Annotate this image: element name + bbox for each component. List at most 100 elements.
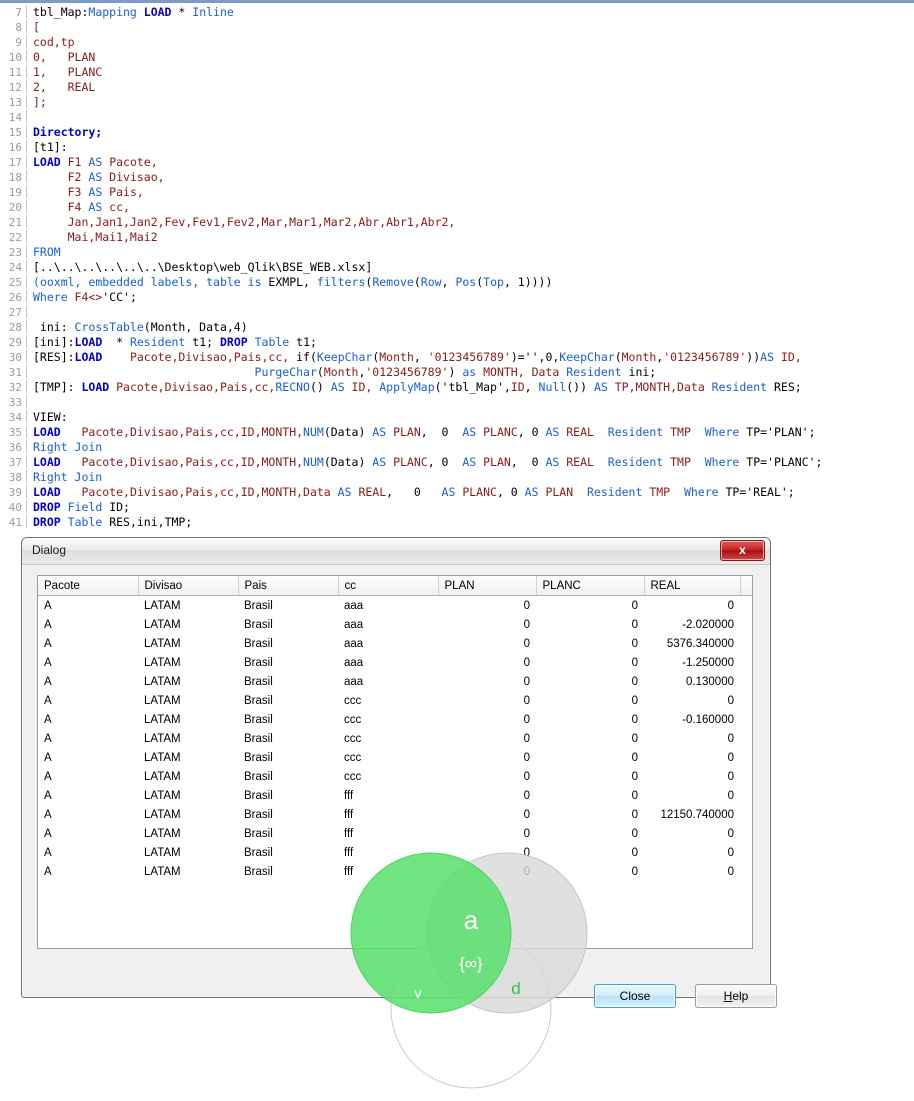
code-line[interactable]: 16 [t1]:: [0, 140, 914, 155]
table-row[interactable]: A LATAM Brasil aaa 0 0 5376.340000: [38, 634, 752, 653]
table-row[interactable]: A LATAM Brasil aaa 0 0 -2.020000: [38, 615, 752, 634]
line-number: 8: [15, 21, 22, 34]
table-row[interactable]: A LATAM Brasil ccc 0 0 0: [38, 748, 752, 767]
table-row[interactable]: A LATAM Brasil aaa 0 0 0: [38, 596, 752, 616]
code-token: Resident: [129, 335, 186, 349]
table-row[interactable]: A LATAM Brasil ccc 0 0 0: [38, 691, 752, 710]
code-token: AS: [372, 425, 387, 439]
table-column-header[interactable]: PLANC: [536, 576, 645, 596]
code-token: PLANC: [386, 455, 428, 469]
code-line[interactable]: 21 Jan,Jan1,Jan2,Fev,Fev1,Fev2,Mar,Mar1,…: [0, 215, 914, 230]
table-column-header[interactable]: Pais: [238, 576, 339, 596]
code-line[interactable]: 32 [TMP]: LOAD Pacote,Divisao,Pais,cc,REC…: [0, 380, 914, 395]
table-row[interactable]: A LATAM Brasil ccc 0 0 0: [38, 729, 752, 748]
code-token: Where: [704, 455, 740, 469]
code-line[interactable]: 8[: [0, 20, 914, 35]
code-line[interactable]: 38 Right Join: [0, 470, 914, 485]
table-row[interactable]: A LATAM Brasil fff 0 0 12150.740000: [38, 805, 752, 824]
code-line[interactable]: 26 Where F4<>'CC';: [0, 290, 914, 305]
table-row[interactable]: A LATAM Brasil aaa 0 0 0.130000: [38, 672, 752, 691]
code-line[interactable]: 40 DROP Field ID;: [0, 500, 914, 515]
code-line[interactable]: 18 F2 AS Divisao,: [0, 170, 914, 185]
table-cell: 0: [523, 675, 530, 688]
table-row[interactable]: A LATAM Brasil aaa 0 0 -1.250000: [38, 653, 752, 672]
code-line[interactable]: 27: [0, 305, 914, 320]
code-line[interactable]: 15 Directory;: [0, 125, 914, 140]
table-header-row[interactable]: Pacote Divisao Pais cc PLAN PLANC REAL: [38, 576, 752, 596]
code-line[interactable]: 20 F4 AS cc,: [0, 200, 914, 215]
code-token: AS: [441, 485, 456, 499]
code-token: ('tbl_Map',: [434, 380, 511, 394]
close-button[interactable]: Close: [594, 984, 676, 1008]
code-line[interactable]: 13];: [0, 95, 914, 110]
code-token: as: [462, 365, 477, 379]
table-body[interactable]: A LATAM Brasil aaa 0 0 0 A LATAM Brasil aaa 0 0 -2.02…: [38, 596, 752, 882]
table-column-header[interactable]: Divisao: [138, 576, 239, 596]
code-token: (): [309, 380, 331, 394]
code-lines-container[interactable]: 7 tbl_Map:Mapping LOAD * Inline 8[9 cod,tp 1…: [0, 5, 914, 530]
code-line[interactable]: 11 1, PLANC: [0, 65, 914, 80]
close-window-icon[interactable]: x: [720, 540, 765, 561]
code-line[interactable]: 37 LOAD Pacote,Divisao,Pais,cc,ID,MONTH,N…: [0, 455, 914, 470]
code-line[interactable]: 12 2, REAL: [0, 80, 914, 95]
code-line[interactable]: 31 PurgeChar(Month,'0123456789') as MONT…: [0, 365, 914, 380]
code-line[interactable]: 39 LOAD Pacote,Divisao,Pais,cc,ID,MONTH,D…: [0, 485, 914, 500]
line-number: 40: [8, 501, 22, 514]
code-token: Table: [254, 335, 290, 349]
table-row[interactable]: A LATAM Brasil fff 0 0 0: [38, 824, 752, 843]
table-cell-filler: [740, 786, 752, 805]
code-line[interactable]: 29 [ini]:LOAD * Resident t1; DROP Table t…: [0, 335, 914, 350]
code-token: F3: [33, 185, 89, 199]
code-token: AS: [462, 425, 477, 439]
code-line[interactable]: 22 Mai,Mai1,Mai2: [0, 230, 914, 245]
table-cell: 0: [631, 618, 638, 631]
gutter-separator: [26, 35, 27, 48]
gutter-separator: [26, 260, 27, 273]
code-line[interactable]: 19 F3 AS Pais,: [0, 185, 914, 200]
code-line[interactable]: 17 LOAD F1 AS Pacote,: [0, 155, 914, 170]
dialog-window[interactable]: Dialog x Pacote Divisao Pais cc PLAN PLANC REA…: [21, 537, 777, 1008]
code-line[interactable]: 14: [0, 110, 914, 125]
code-token: DROP: [33, 500, 61, 514]
table-column-header[interactable]: Pacote: [38, 576, 139, 596]
table-column-header[interactable]: PLAN: [438, 576, 537, 596]
table-row[interactable]: A LATAM Brasil fff 0 0 0: [38, 786, 752, 805]
code-line[interactable]: 35 LOAD Pacote,Divisao,Pais,cc,ID,MONTH,N…: [0, 425, 914, 440]
code-text: LOAD Pacote,Divisao,Pais,cc,ID,MONTH,NUM…: [33, 455, 822, 470]
table-cell: LATAM: [144, 732, 181, 745]
code-line[interactable]: 33: [0, 395, 914, 410]
gutter-separator: [26, 410, 27, 423]
code-token: 1, PLANC: [33, 65, 103, 79]
table-row[interactable]: A LATAM Brasil ccc 0 0 -0.160000: [38, 710, 752, 729]
code-token: AS: [88, 185, 103, 199]
table-row[interactable]: A LATAM Brasil fff 0 0 0: [38, 862, 752, 881]
code-editor-pane[interactable]: 7 tbl_Map:Mapping LOAD * Inline 8[9 cod,tp 1…: [0, 0, 914, 540]
code-line[interactable]: 25 (ooxml, embedded labels, table is EXMP…: [0, 275, 914, 290]
code-token: TMP: [663, 425, 705, 439]
code-token: (: [33, 275, 40, 289]
table-row[interactable]: A LATAM Brasil fff 0 0 0: [38, 843, 752, 862]
help-button[interactable]: Help: [695, 984, 777, 1008]
table-column-header[interactable]: cc: [338, 576, 439, 596]
code-line[interactable]: 30 [RES]:LOAD Pacote,Divisao,Pais,cc, if(…: [0, 350, 914, 365]
table-cell: fff: [344, 808, 354, 821]
code-line[interactable]: 41 DROP Table RES,ini,TMP;: [0, 515, 914, 530]
code-line[interactable]: 36 Right Join: [0, 440, 914, 455]
code-line[interactable]: 28 ini: CrossTable(Month, Data,4): [0, 320, 914, 335]
dialog-titlebar[interactable]: Dialog x: [22, 538, 770, 565]
table-cell: 0: [523, 694, 530, 707]
code-line[interactable]: 9 cod,tp: [0, 35, 914, 50]
code-token: Inline: [192, 5, 234, 19]
code-line[interactable]: 34 VIEW:: [0, 410, 914, 425]
line-number: 21: [8, 216, 22, 229]
code-line[interactable]: 24 [..\..\..\..\..\..\Desktop\web_Qlik\BS…: [0, 260, 914, 275]
code-token: ApplyMap: [379, 380, 435, 394]
code-line[interactable]: 7 tbl_Map:Mapping LOAD * Inline: [0, 5, 914, 20]
table-column-header[interactable]: REAL: [644, 576, 741, 596]
code-line[interactable]: 23 FROM: [0, 245, 914, 260]
table-row[interactable]: A LATAM Brasil ccc 0 0 0: [38, 767, 752, 786]
data-grid[interactable]: Pacote Divisao Pais cc PLAN PLANC REAL A LATAM B…: [37, 575, 753, 949]
table-cell: 0: [727, 846, 734, 859]
code-line[interactable]: 10 0, PLAN: [0, 50, 914, 65]
code-token: AS: [88, 200, 103, 214]
